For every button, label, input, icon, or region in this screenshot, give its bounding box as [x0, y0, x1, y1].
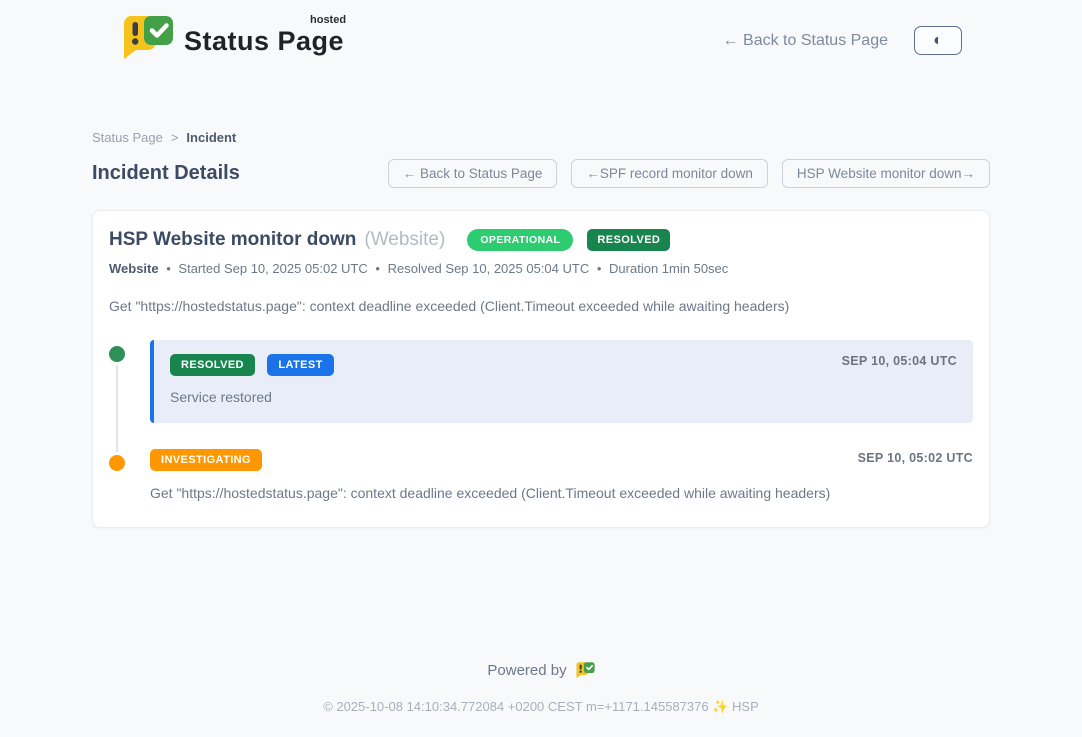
resolved-badge: RESOLVED [587, 229, 670, 251]
meta-duration: Duration 1min 50sec [609, 261, 728, 276]
meta-component: Website [109, 261, 159, 276]
timeline-event-investigating: INVESTIGATING SEP 10, 05:02 UTC Get "htt… [109, 449, 973, 501]
incident-timeline: RESOLVED LATEST SEP 10, 05:04 UTC Servic… [109, 340, 973, 501]
incident-meta: Website • Started Sep 10, 2025 05:02 UTC… [109, 261, 973, 276]
status-page-logo-icon [120, 14, 174, 60]
prev-incident-button[interactable]: ←SPF record monitor down [571, 159, 768, 188]
meta-resolved: Resolved Sep 10, 2025 05:04 UTC [388, 261, 590, 276]
brand-superscript: hosted [310, 14, 346, 26]
next-incident-button[interactable]: HSP Website monitor down→ [782, 159, 990, 188]
powered-by-label: Powered by [487, 662, 566, 679]
theme-toggle-button[interactable]: ◐ [914, 26, 962, 55]
copyright-line: © 2025-10-08 14:10:34.772084 +0200 CEST … [0, 699, 1082, 715]
footer: Powered by © 2025-10-08 14:10:34.772084 … [0, 661, 1082, 737]
timeline-dot-investigating [109, 455, 125, 471]
incident-nav-buttons: ← Back to Status Page ←SPF record monito… [388, 159, 990, 188]
incident-title: HSP Website monitor down [109, 229, 356, 251]
breadcrumb-current: Incident [186, 130, 236, 145]
back-to-status-page-button[interactable]: ← Back to Status Page [388, 159, 558, 188]
incident-card: HSP Website monitor down (Website) OPERA… [92, 210, 990, 528]
timeline-event-plain: INVESTIGATING SEP 10, 05:02 UTC Get "htt… [150, 449, 973, 501]
timeline-dot-resolved [109, 346, 125, 362]
header: Status Page hosted ← Back to Status Page… [0, 0, 1082, 60]
hsp-mini-logo-icon[interactable] [575, 661, 595, 679]
main-content: Status Page > Incident Incident Details … [92, 130, 990, 528]
latest-status-badge: LATEST [267, 354, 333, 376]
page-title: Incident Details [92, 162, 240, 185]
meta-started: Started Sep 10, 2025 05:02 UTC [178, 261, 367, 276]
breadcrumb: Status Page > Incident [92, 130, 990, 145]
incident-scope: (Website) [364, 229, 445, 251]
investigating-status-badge: INVESTIGATING [150, 449, 262, 471]
resolved-status-badge: RESOLVED [170, 354, 255, 376]
breadcrumb-root[interactable]: Status Page [92, 130, 163, 145]
event-timestamp: SEP 10, 05:04 UTC [842, 354, 957, 368]
brand-logo[interactable]: Status Page hosted [120, 14, 344, 60]
event-message: Service restored [170, 389, 957, 405]
breadcrumb-separator: > [171, 130, 179, 145]
timeline-event-resolved: RESOLVED LATEST SEP 10, 05:04 UTC Servic… [109, 340, 973, 423]
timeline-event-box: RESOLVED LATEST SEP 10, 05:04 UTC Servic… [150, 340, 973, 423]
event-message: Get "https://hostedstatus.page": context… [150, 485, 971, 501]
operational-badge: OPERATIONAL [467, 229, 573, 251]
header-back-link[interactable]: ← Back to Status Page [723, 32, 888, 50]
brand-name: Status Page [184, 26, 344, 56]
half-circle-icon: ◐ [933, 32, 943, 50]
incident-description: Get "https://hostedstatus.page": context… [109, 298, 973, 314]
event-timestamp: SEP 10, 05:02 UTC [858, 451, 973, 465]
